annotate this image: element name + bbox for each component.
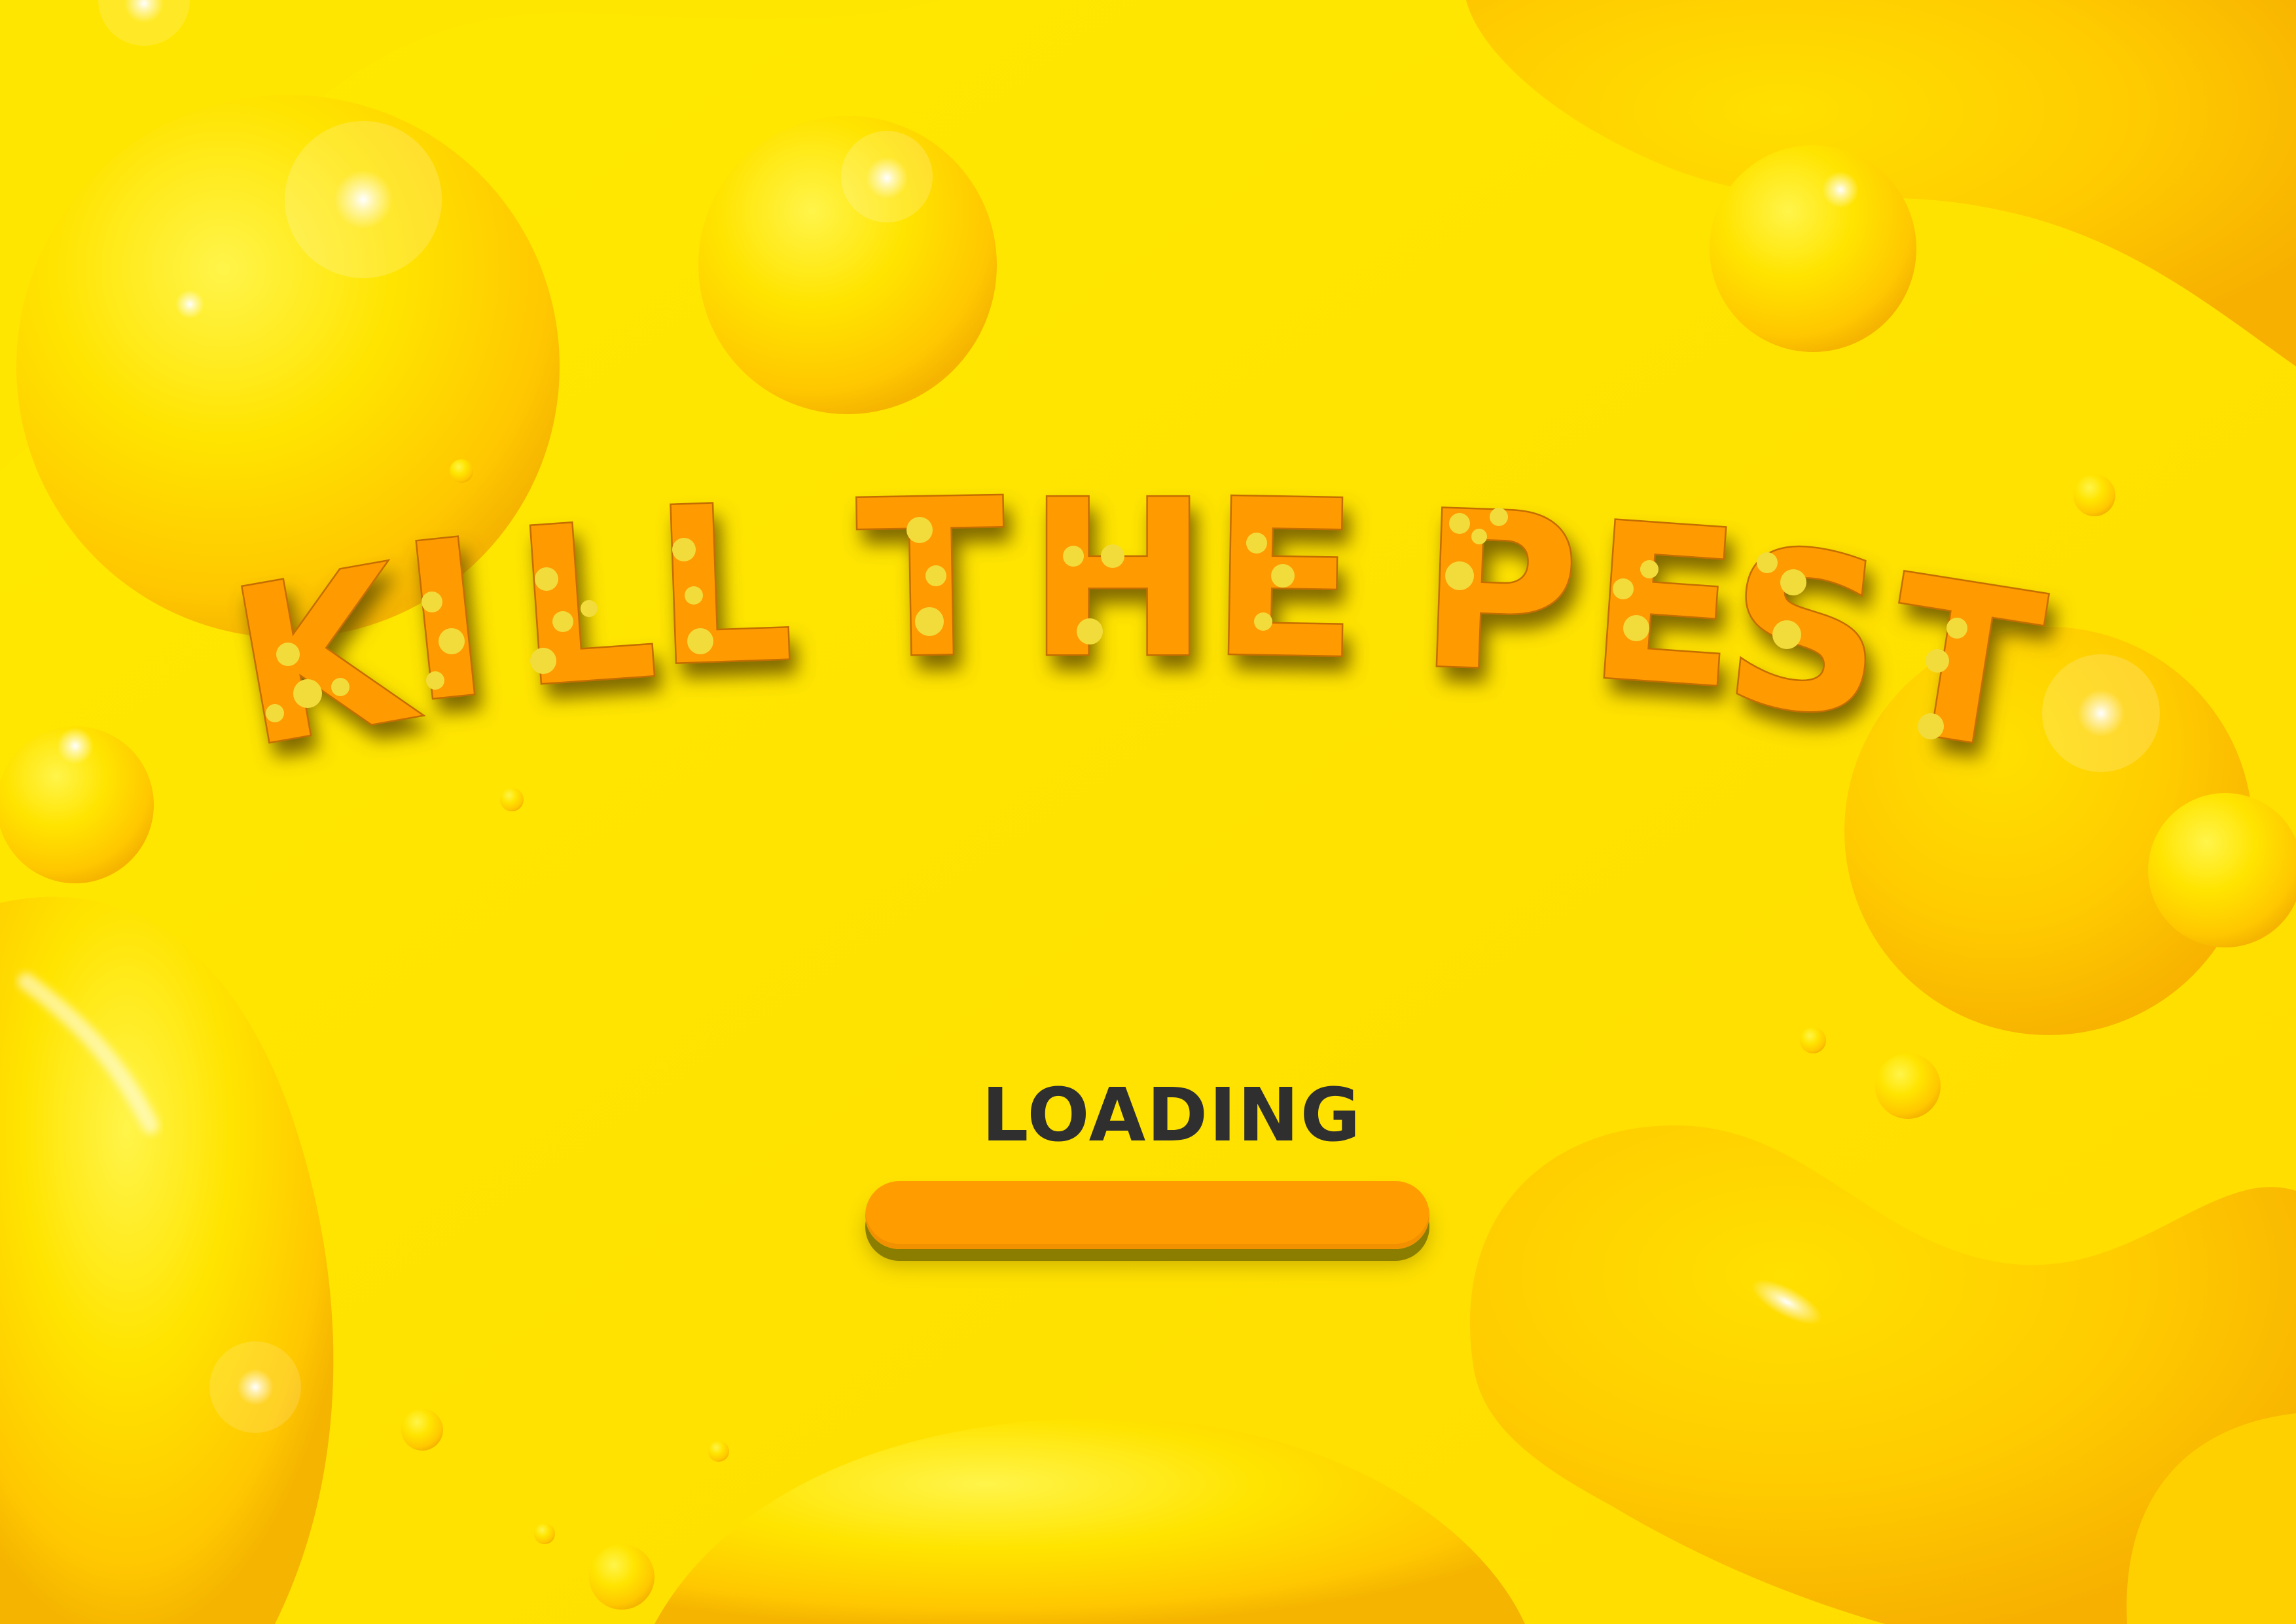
title-letter: H xyxy=(1028,454,1208,705)
loading-label: LOADING xyxy=(982,1073,1362,1158)
bubble-small xyxy=(1800,1027,1826,1053)
bubble-small xyxy=(708,1441,729,1462)
game-title: K I L L T H E P E S T xyxy=(0,0,2296,851)
bubble-small xyxy=(1875,1053,1941,1119)
bubble-small xyxy=(589,1544,655,1610)
title-letter: P xyxy=(1416,465,1583,721)
bubble-glint xyxy=(237,1369,274,1405)
title-letter: S xyxy=(1715,501,1896,767)
bubble-small xyxy=(534,1523,555,1544)
loading-progress-bar xyxy=(865,1181,1429,1249)
loading-progress-fill xyxy=(865,1181,1429,1249)
title-letter: T xyxy=(1871,529,2057,801)
bubble-small xyxy=(401,1409,443,1451)
title-letter: L xyxy=(650,458,797,714)
